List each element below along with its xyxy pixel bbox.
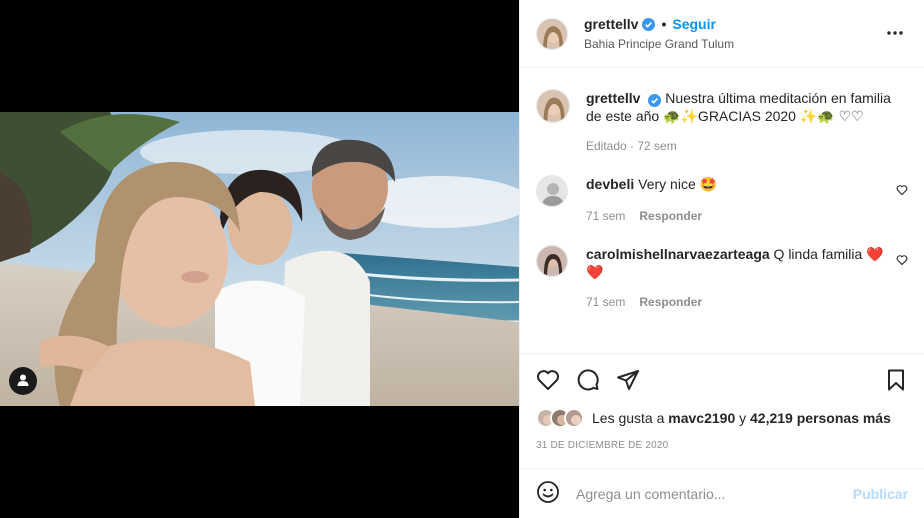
likes-summary[interactable]: Les gusta a mavc2190 y 42,219 personas m… bbox=[592, 410, 891, 426]
publish-button[interactable]: Publicar bbox=[853, 486, 908, 502]
post-header: grettellv • Seguir Bahia Principe Grand … bbox=[520, 0, 924, 68]
comment-text: Very nice 🤩 bbox=[638, 176, 718, 192]
liker-username[interactable]: mavc2190 bbox=[668, 410, 735, 426]
comment-time: 71 sem bbox=[586, 209, 626, 223]
post-dialog: grettellv • Seguir Bahia Principe Grand … bbox=[0, 0, 924, 518]
save-bookmark-icon[interactable] bbox=[884, 368, 908, 392]
caption-meta: Editado · 72 sem bbox=[586, 139, 677, 153]
add-comment-bar: Publicar bbox=[520, 468, 924, 518]
comment-time: 71 sem bbox=[586, 295, 626, 309]
more-options-icon[interactable] bbox=[886, 24, 904, 45]
commenter-avatar[interactable] bbox=[536, 175, 568, 207]
commenter-avatar[interactable] bbox=[536, 245, 568, 277]
comment-input[interactable] bbox=[576, 485, 853, 502]
likes-conjunction: y bbox=[739, 410, 747, 426]
follow-button[interactable]: Seguir bbox=[672, 15, 716, 33]
caption: grettellv Nuestra última meditación en f… bbox=[536, 89, 908, 153]
comment-bubble-icon[interactable] bbox=[576, 368, 600, 392]
media-pane bbox=[0, 0, 519, 518]
like-comment-heart-icon[interactable] bbox=[896, 183, 908, 199]
comment-author[interactable]: devbeli bbox=[586, 176, 634, 192]
location-link[interactable]: Bahia Principe Grand Tulum bbox=[584, 35, 734, 53]
verified-icon bbox=[642, 17, 656, 31]
caption-author[interactable]: grettellv bbox=[586, 90, 640, 106]
share-paper-plane-icon[interactable] bbox=[616, 368, 640, 392]
separator: • bbox=[661, 15, 667, 32]
post-date[interactable]: 31 DE DICIEMBRE DE 2020 bbox=[536, 440, 668, 451]
author-avatar[interactable] bbox=[536, 17, 568, 50]
likes-prefix: Les gusta a bbox=[592, 410, 665, 426]
action-bar bbox=[520, 353, 924, 406]
caption-avatar[interactable] bbox=[536, 89, 570, 123]
comment-item: devbeli Very nice 🤩 71 sem Responder bbox=[536, 175, 908, 223]
reply-button[interactable]: Responder bbox=[639, 295, 702, 309]
likes-row: Les gusta a mavc2190 y 42,219 personas m… bbox=[536, 408, 891, 428]
author-username[interactable]: grettellv bbox=[584, 15, 638, 33]
tagged-users-button[interactable] bbox=[9, 367, 37, 395]
emoji-icon[interactable] bbox=[536, 480, 560, 507]
post-details: grettellv • Seguir Bahia Principe Grand … bbox=[519, 0, 924, 518]
like-comment-heart-icon[interactable] bbox=[896, 253, 908, 269]
comment-item: carolmishellnarvaezarteaga Q linda famil… bbox=[536, 245, 908, 309]
like-heart-icon[interactable] bbox=[536, 368, 560, 392]
post-photo[interactable] bbox=[0, 112, 519, 406]
reply-button[interactable]: Responder bbox=[639, 209, 702, 223]
likes-count[interactable]: 42,219 personas más bbox=[750, 410, 891, 426]
liker-avatar bbox=[564, 408, 584, 428]
comments-list: grettellv Nuestra última meditación en f… bbox=[520, 69, 924, 353]
user-icon bbox=[16, 373, 30, 390]
comment-author[interactable]: carolmishellnarvaezarteaga bbox=[586, 246, 770, 262]
verified-icon bbox=[648, 93, 662, 107]
